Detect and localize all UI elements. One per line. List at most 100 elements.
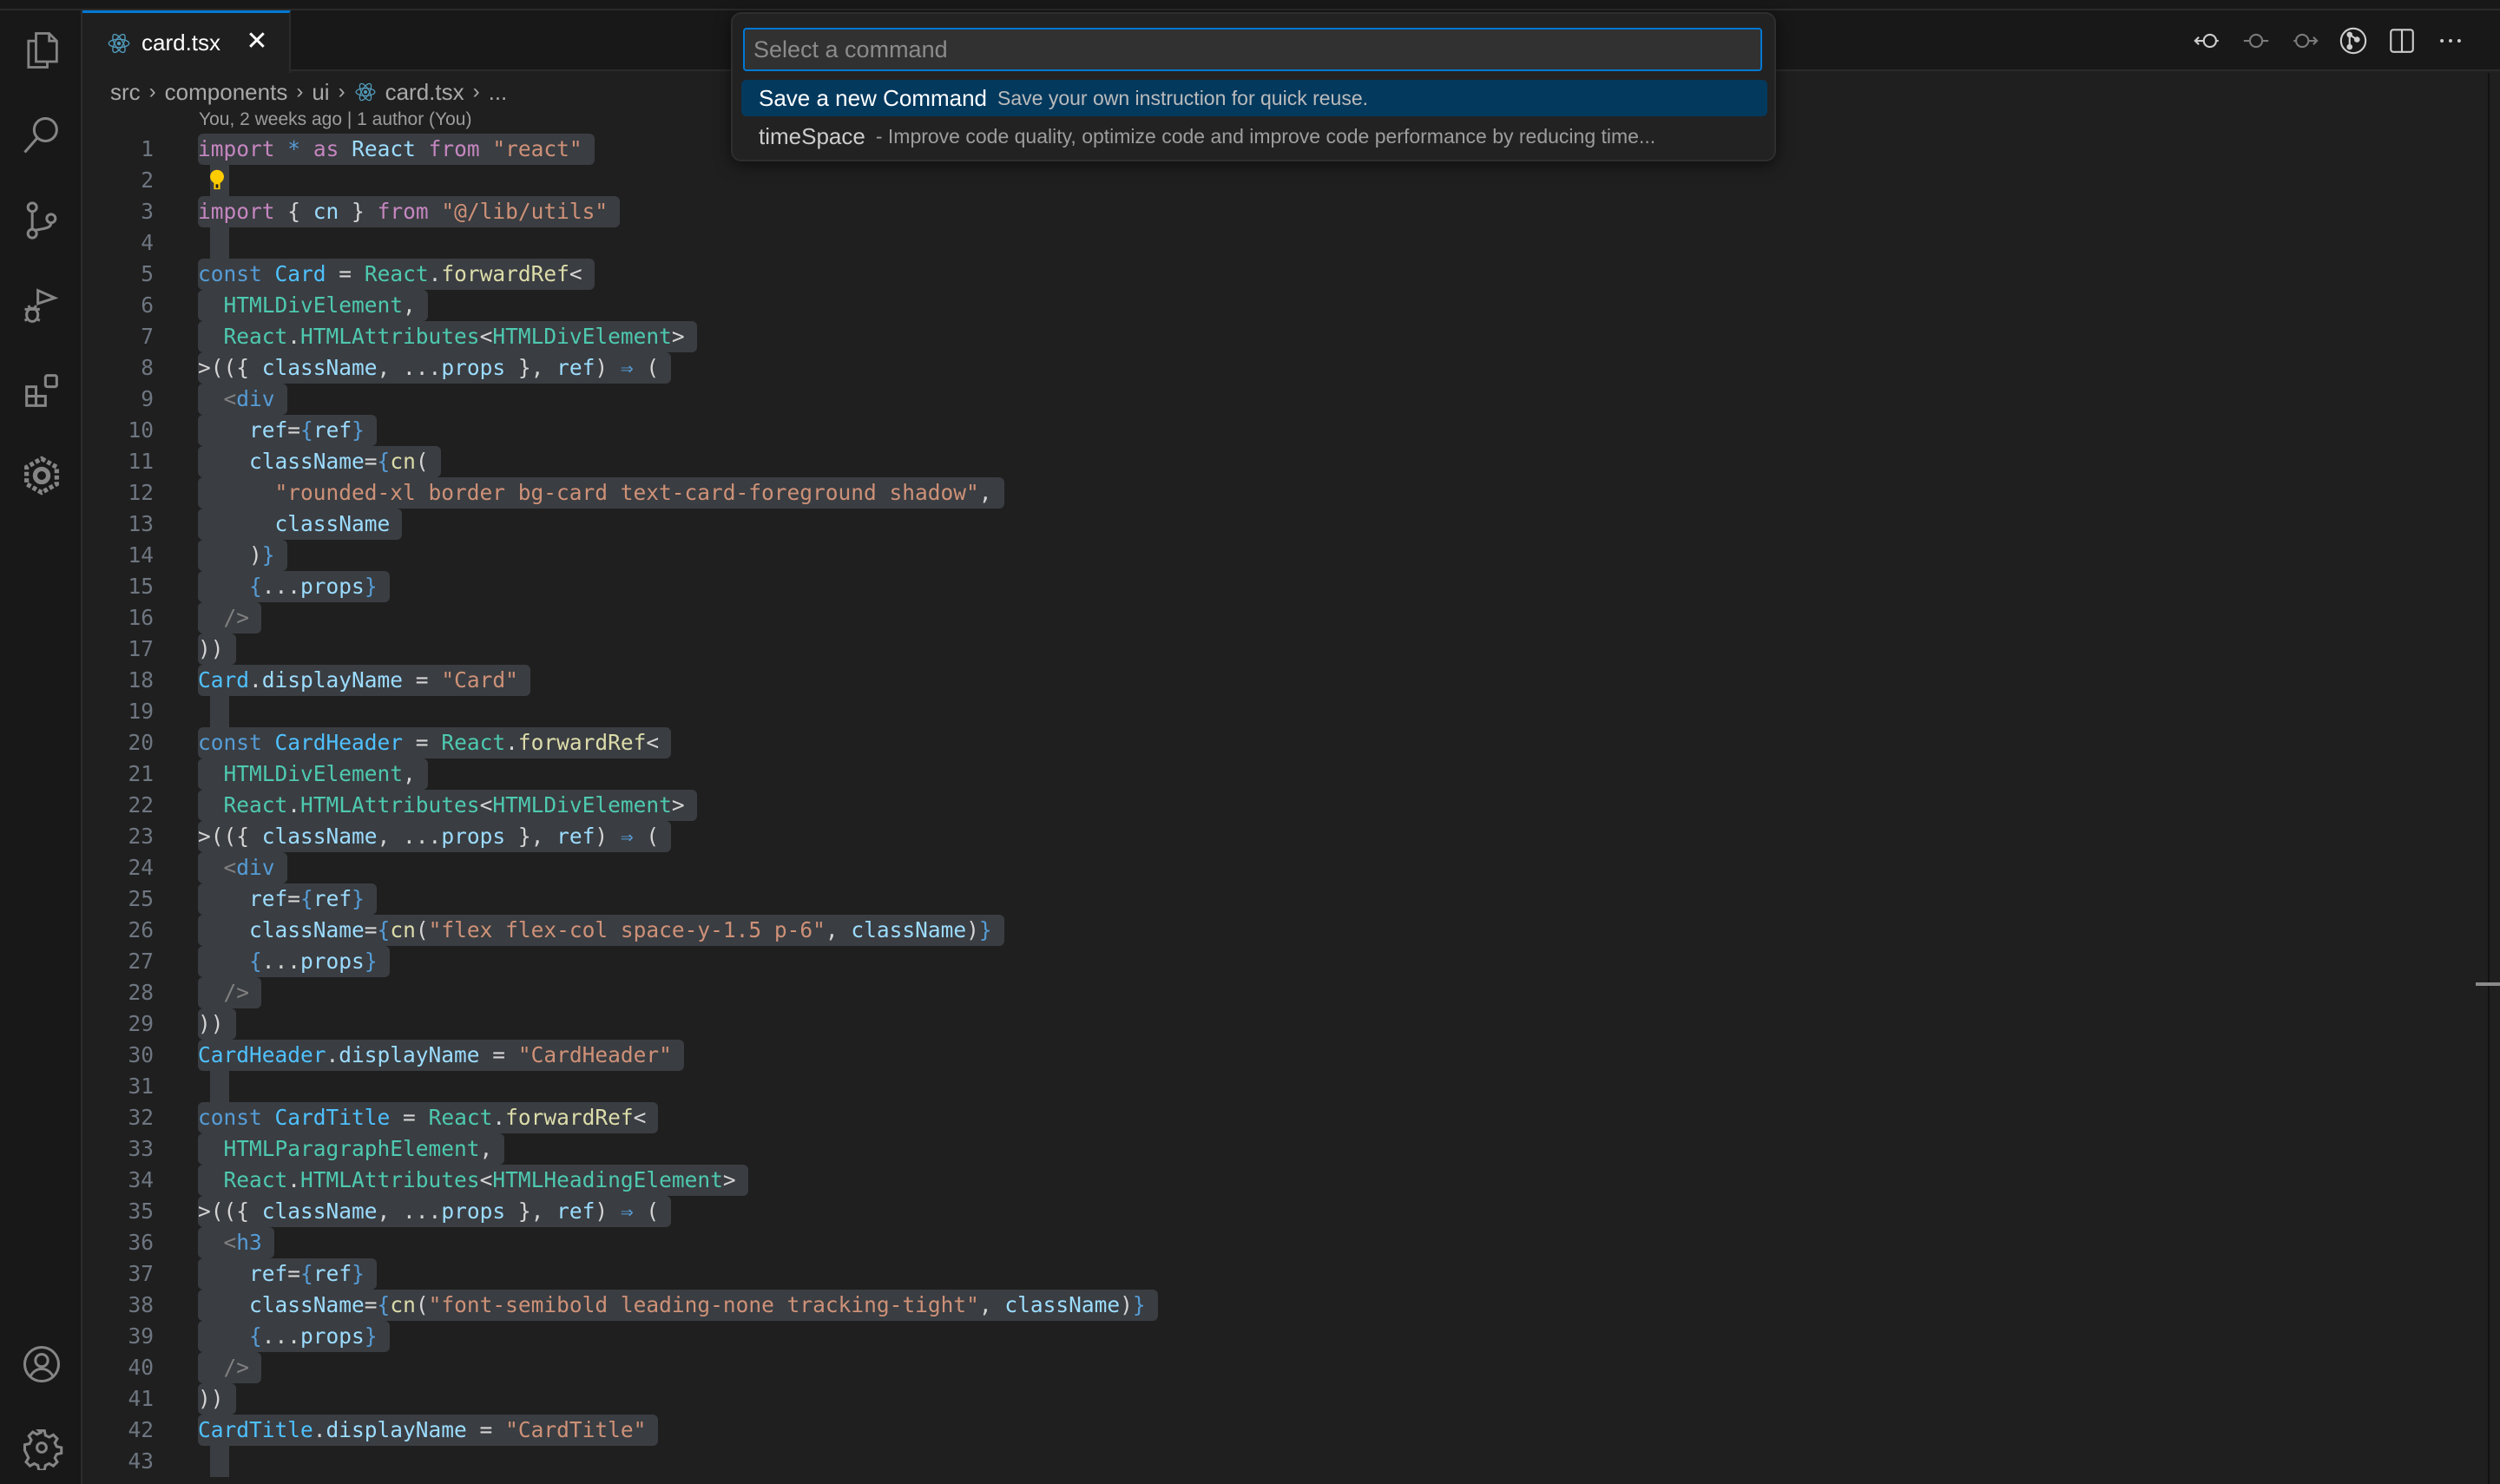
code-line[interactable]: 24 <div	[82, 852, 2487, 883]
code-line[interactable]: 27 {...props}	[82, 946, 2487, 977]
git-blame-codelens[interactable]: You, 2 weeks ago | 1 author (You)	[199, 109, 471, 130]
code-token: <	[479, 324, 493, 349]
git-graph-icon[interactable]	[2339, 26, 2368, 56]
code-token: >(({	[198, 355, 262, 380]
breadcrumb-item-components[interactable]: components	[165, 79, 288, 106]
extension-hexagon-icon[interactable]	[19, 453, 64, 498]
accounts-icon[interactable]	[19, 1342, 64, 1387]
code-token: HTMLDivElement	[223, 292, 404, 318]
code-line[interactable]: 28 />	[82, 977, 2487, 1008]
code-line[interactable]: 13 className	[82, 509, 2487, 540]
code-token: >(({	[198, 1198, 262, 1224]
code-line[interactable]: 8 >(({ className, ...props }, ref) ⇒ (	[82, 352, 2487, 384]
code-token: )	[966, 917, 979, 942]
code-line[interactable]: 26 className={cn("flex flex-col space-y-…	[82, 915, 2487, 946]
code-line[interactable]: 11 className={cn(	[82, 446, 2487, 477]
close-tab-icon[interactable]: ✕	[244, 29, 270, 55]
code-line[interactable]: 10 ref={ref}	[82, 415, 2487, 446]
selection-highlight	[210, 1071, 229, 1102]
code-line[interactable]: 31	[82, 1071, 2487, 1102]
code-token: React	[441, 730, 506, 755]
code-line[interactable]: 42 CardTitle.displayName = "CardTitle"	[82, 1415, 2487, 1446]
code-editor[interactable]: 1 import * as React from "react" 2 3 import …	[82, 134, 2487, 1477]
breadcrumb-item-file[interactable]: card.tsx	[385, 79, 464, 106]
code-line[interactable]: 36 <h3	[82, 1227, 2487, 1258]
selection-highlight: ref={ref}	[198, 1258, 377, 1290]
code-line[interactable]: 5 const Card = React.forwardRef<	[82, 259, 2487, 290]
code-line[interactable]: 22 React.HTMLAttributes<HTMLDivElement>	[82, 790, 2487, 821]
split-editor-icon[interactable]	[2387, 26, 2417, 56]
breadcrumb-item-symbols[interactable]: ...	[489, 79, 508, 106]
code-token: HTMLDivElement	[223, 761, 404, 786]
code-line[interactable]: 12 "rounded-xl border bg-card text-card-…	[82, 477, 2487, 509]
code-line[interactable]: 7 React.HTMLAttributes<HTMLDivElement>	[82, 321, 2487, 352]
breadcrumb-item-ui[interactable]: ui	[312, 79, 329, 106]
source-control-icon[interactable]	[19, 198, 64, 243]
selection-highlight: {...props}	[198, 946, 390, 977]
code-line[interactable]: 37 ref={ref}	[82, 1258, 2487, 1290]
code-token: <	[633, 1105, 647, 1130]
code-line[interactable]: 18 Card.displayName = "Card"	[82, 665, 2487, 696]
code-line[interactable]: 25 ref={ref}	[82, 883, 2487, 915]
code-token: }	[364, 574, 378, 599]
more-actions-icon[interactable]	[2436, 26, 2465, 56]
code-line[interactable]: 14 )}	[82, 540, 2487, 571]
code-line[interactable]: 4	[82, 227, 2487, 259]
code-token: ref	[312, 417, 352, 443]
code-token: ...	[261, 1323, 301, 1349]
line-number: 10	[128, 417, 154, 443]
code-line[interactable]: 41))	[82, 1383, 2487, 1415]
line-content: >(({ className, ...props }, ref) ⇒ (	[198, 352, 672, 384]
timeline-icon[interactable]	[2241, 26, 2271, 56]
code-line[interactable]: 2	[82, 165, 2487, 196]
code-line[interactable]: 3 import { cn } from "@/lib/utils"	[82, 196, 2487, 227]
code-token: className	[851, 917, 967, 942]
explorer-icon[interactable]	[19, 28, 64, 73]
code-line[interactable]: 35 >(({ className, ...props }, ref) ⇒ (	[82, 1196, 2487, 1227]
code-line[interactable]: 9 <div	[82, 384, 2487, 415]
palette-item-timespace[interactable]: timeSpace - Improve code quality, optimi…	[741, 118, 1767, 154]
extensions-icon[interactable]	[19, 368, 64, 413]
code-line[interactable]: 30 CardHeader.displayName = "CardHeader"	[82, 1040, 2487, 1071]
run-debug-icon[interactable]	[19, 283, 64, 328]
code-line[interactable]: 40 />	[82, 1352, 2487, 1383]
code-token: ...	[261, 949, 301, 974]
code-line[interactable]: 20 const CardHeader = React.forwardRef<	[82, 727, 2487, 758]
code-line[interactable]: 15 {...props}	[82, 571, 2487, 602]
code-token: }	[352, 1261, 365, 1286]
vertical-scrollbar[interactable]	[2488, 73, 2500, 1484]
code-token: forwardRef	[505, 1105, 634, 1130]
command-palette-input[interactable]	[743, 28, 1762, 71]
code-line[interactable]: 19	[82, 696, 2487, 727]
line-content: HTMLDivElement,	[198, 290, 428, 321]
code-token: cn	[390, 1292, 416, 1317]
go-back-icon[interactable]	[2193, 26, 2222, 56]
code-line[interactable]: 6 HTMLDivElement,	[82, 290, 2487, 321]
go-forward-icon[interactable]	[2290, 26, 2319, 56]
breadcrumb-item-src[interactable]: src	[110, 79, 141, 106]
code-token: className	[274, 511, 391, 536]
code-line[interactable]: 16 />	[82, 602, 2487, 634]
code-line[interactable]: 38 className={cn("font-semibold leading-…	[82, 1290, 2487, 1321]
tab-card-tsx[interactable]: card.tsx ✕	[82, 10, 291, 73]
line-content: ))	[198, 1008, 236, 1040]
code-line[interactable]: 39 {...props}	[82, 1321, 2487, 1352]
search-icon[interactable]	[19, 113, 64, 158]
code-token: as	[312, 136, 339, 161]
code-token: ,	[825, 917, 852, 942]
line-content: const Card = React.forwardRef<	[198, 259, 595, 290]
code-line[interactable]: 23 >(({ className, ...props }, ref) ⇒ (	[82, 821, 2487, 852]
palette-item-save-new-command[interactable]: Save a new Command Save your own instruc…	[741, 80, 1767, 116]
code-line[interactable]: 17))	[82, 634, 2487, 665]
code-line[interactable]: 34 React.HTMLAttributes<HTMLHeadingEleme…	[82, 1165, 2487, 1196]
code-line[interactable]: 33 HTMLParagraphElement,	[82, 1133, 2487, 1165]
code-line[interactable]: 32 const CardTitle = React.forwardRef<	[82, 1102, 2487, 1133]
code-line[interactable]: 43	[82, 1446, 2487, 1477]
line-number: 19	[128, 699, 154, 724]
manage-gear-icon[interactable]	[19, 1425, 64, 1470]
code-line[interactable]: 29))	[82, 1008, 2487, 1040]
code-token: (	[415, 449, 429, 474]
code-token: ref	[556, 1198, 595, 1224]
selection-highlight: />	[198, 1352, 262, 1383]
code-line[interactable]: 21 HTMLDivElement,	[82, 758, 2487, 790]
